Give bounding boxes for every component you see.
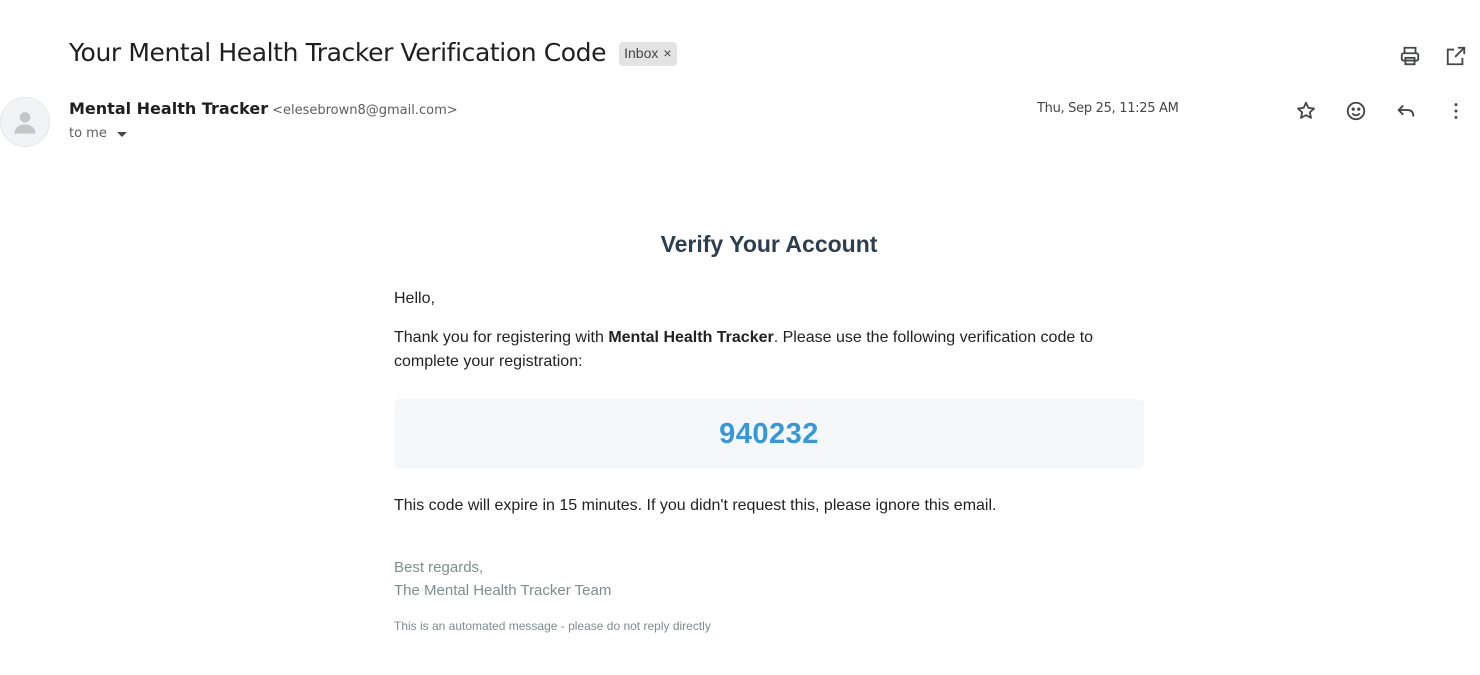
recipient-details-toggle[interactable]: to me [69, 126, 127, 141]
email-heading: Verify Your Account [660, 231, 878, 257]
email-body: Verify Your Account Hello, Thank you for… [394, 225, 1144, 633]
expiry-note: This code will expire in 15 minutes. If … [394, 497, 997, 514]
reply-icon[interactable] [1392, 97, 1420, 125]
signoff: Best regards, The Mental Health Tracker … [394, 556, 611, 602]
message-actions [1292, 97, 1470, 125]
caret-down-icon[interactable] [116, 131, 127, 137]
intro-brand-name: Mental Health Tracker [608, 329, 774, 346]
recipient-text: to me [69, 126, 107, 141]
email-subject: Your Mental Health Tracker Verification … [69, 38, 607, 67]
signoff-team: The Mental Health Tracker Team [394, 582, 612, 599]
thread-actions [1396, 42, 1470, 70]
verification-code[interactable]: 940232 [719, 418, 819, 451]
more-vert-icon[interactable] [1442, 97, 1470, 125]
email-date: Thu, Sep 25, 11:25 AM [1037, 101, 1179, 116]
sender-email: <elesebrown8@gmail.com> [272, 103, 458, 118]
automated-message-note: This is an automated message - please do… [394, 619, 711, 633]
emoji-react-icon[interactable] [1342, 97, 1370, 125]
open-in-new-window-icon[interactable] [1442, 42, 1470, 70]
intro-text-start: Thank you for registering with [394, 329, 609, 346]
greeting-text: Hello, [394, 290, 435, 307]
star-icon[interactable] [1292, 97, 1320, 125]
email-subject-row: Your Mental Health Tracker Verification … [69, 38, 677, 67]
sender-line: Mental Health Tracker <elesebrown8@gmail… [69, 99, 458, 118]
sender-avatar [0, 97, 50, 147]
signoff-greeting: Best regards, [394, 559, 484, 576]
verification-code-box: 940232 [394, 399, 1144, 469]
person-avatar-icon [14, 112, 36, 134]
sender-name[interactable]: Mental Health Tracker [69, 99, 268, 118]
inbox-label-text: Inbox [624, 45, 659, 61]
print-icon[interactable] [1396, 42, 1424, 70]
intro-paragraph: Thank you for registering with Mental He… [394, 326, 1144, 374]
remove-label-icon[interactable]: × [663, 45, 671, 61]
inbox-label-chip[interactable]: Inbox × [619, 41, 677, 66]
